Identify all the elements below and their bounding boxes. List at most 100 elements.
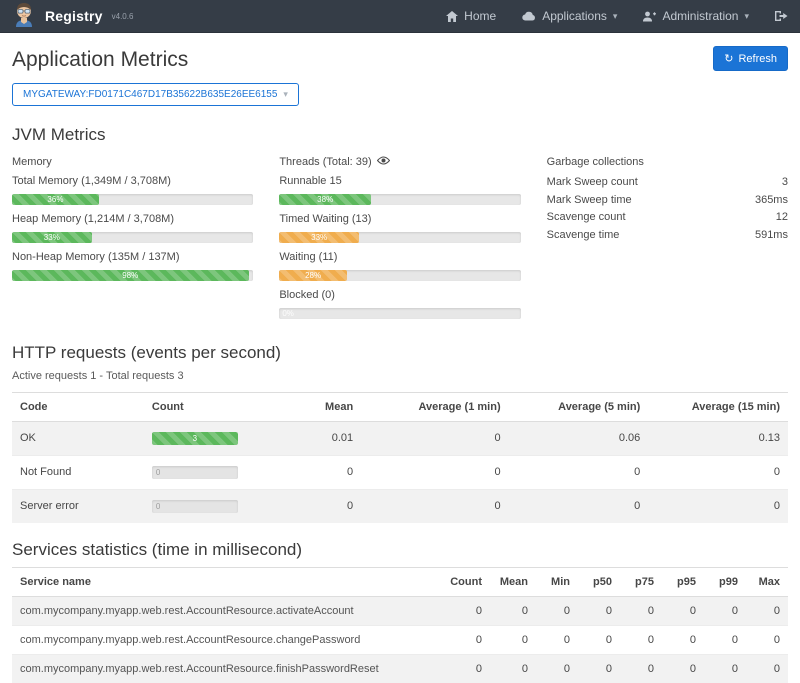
eye-icon[interactable] xyxy=(377,155,390,171)
col-code: Code xyxy=(12,392,144,421)
refresh-label: Refresh xyxy=(738,53,777,65)
memory-column: Memory Total Memory (1,349M / 3,708M) 36… xyxy=(12,152,253,326)
services-statistics-title: Services statistics (time in millisecond… xyxy=(12,540,788,560)
gc-column: Garbage collections Mark Sweep count 3 M… xyxy=(547,152,788,326)
http-requests-table: Code Count Mean Average (1 min) Average … xyxy=(12,392,788,523)
service-p50: 0 xyxy=(578,596,620,625)
service-p75: 0 xyxy=(620,596,662,625)
caret-down-icon: ▾ xyxy=(613,11,618,22)
service-p50: 0 xyxy=(578,654,620,683)
heap-memory-bar: 33% xyxy=(12,232,92,243)
count-label: 3 xyxy=(152,432,238,445)
service-p50: 0 xyxy=(578,625,620,654)
navbar-menu: Home Applications ▾ Administration ▾ xyxy=(446,9,788,23)
service-min: 0 xyxy=(536,654,578,683)
gc-row: Scavenge count 12 xyxy=(547,209,788,227)
service-max: 0 xyxy=(746,625,788,654)
services-statistics-table: Service name Count Mean Min p50 p75 p95 … xyxy=(12,567,788,683)
table-row: Not Found 0 0 0 0 0 xyxy=(12,455,788,489)
waiting-progress: 28% xyxy=(279,270,520,281)
nonheap-memory-label: Non-Heap Memory (135M / 137M) xyxy=(12,250,253,266)
total-memory-label: Total Memory (1,349M / 3,708M) xyxy=(12,174,253,190)
runnable-progress: 38% xyxy=(279,194,520,205)
home-icon xyxy=(446,11,458,22)
service-mean: 0 xyxy=(490,625,536,654)
service-min: 0 xyxy=(536,596,578,625)
gc-label: Mark Sweep count xyxy=(547,174,638,192)
nav-item-administration[interactable]: Administration ▾ xyxy=(643,9,749,23)
blocked-label: Blocked (0) xyxy=(279,288,520,304)
col-p50: p50 xyxy=(578,567,620,596)
gc-label: Scavenge time xyxy=(547,227,620,245)
nonheap-memory-percent: 98% xyxy=(122,271,138,280)
http-mean: 0.01 xyxy=(268,421,361,455)
timed-waiting-label: Timed Waiting (13) xyxy=(279,212,520,228)
caret-down-icon: ▾ xyxy=(283,89,288,100)
heap-memory-label: Heap Memory (1,214M / 3,708M) xyxy=(12,212,253,228)
http-requests-subtitle: Active requests 1 - Total requests 3 xyxy=(12,370,788,382)
service-p75: 0 xyxy=(620,625,662,654)
service-p95: 0 xyxy=(662,654,704,683)
service-min: 0 xyxy=(536,625,578,654)
http-requests-title: HTTP requests (events per second) xyxy=(12,343,788,363)
heap-memory-progress: 33% xyxy=(12,232,253,243)
timed-waiting-progress: 33% xyxy=(279,232,520,243)
service-name: com.mycompany.myapp.web.rest.AccountReso… xyxy=(12,596,442,625)
cloud-icon xyxy=(522,11,536,21)
gc-value: 12 xyxy=(776,209,788,227)
http-avg1: 0 xyxy=(361,455,508,489)
col-service-name: Service name xyxy=(12,567,442,596)
nav-label-administration: Administration xyxy=(662,9,738,23)
service-p95: 0 xyxy=(662,625,704,654)
nav-label-applications: Applications xyxy=(542,9,607,23)
col-mean: Mean xyxy=(268,392,361,421)
caret-down-icon: ▾ xyxy=(744,11,749,22)
total-memory-progress: 36% xyxy=(12,194,253,205)
brand[interactable]: Registry v4.0.6 xyxy=(12,1,133,32)
col-count: Count xyxy=(442,567,490,596)
http-code: OK xyxy=(12,421,144,455)
gc-value: 591ms xyxy=(755,227,788,245)
instance-selector-value: MYGATEWAY:FD0171C467D17B35622B635E26EE61… xyxy=(23,89,277,100)
count-bar: 0 xyxy=(152,500,238,513)
brand-version: v4.0.6 xyxy=(112,12,134,21)
waiting-percent: 28% xyxy=(305,271,321,280)
instance-selector-dropdown[interactable]: MYGATEWAY:FD0171C467D17B35622B635E26EE61… xyxy=(12,83,299,106)
total-memory-percent: 36% xyxy=(47,195,63,204)
service-name: com.mycompany.myapp.web.rest.AccountReso… xyxy=(12,625,442,654)
http-avg1: 0 xyxy=(361,421,508,455)
page-title: Application Metrics xyxy=(12,48,188,72)
refresh-icon: ↻ xyxy=(724,52,733,65)
http-avg5: 0.06 xyxy=(509,421,649,455)
service-max: 0 xyxy=(746,596,788,625)
table-row: com.mycompany.myapp.web.rest.AccountReso… xyxy=(12,625,788,654)
gc-value: 365ms xyxy=(755,192,788,210)
refresh-button[interactable]: ↻ Refresh xyxy=(713,46,788,71)
http-avg15: 0.13 xyxy=(648,421,788,455)
gc-row: Mark Sweep time 365ms xyxy=(547,192,788,210)
http-avg5: 0 xyxy=(509,455,649,489)
service-p95: 0 xyxy=(662,596,704,625)
count-label: 0 xyxy=(156,500,160,513)
nav-item-home[interactable]: Home xyxy=(446,9,496,23)
brand-name: Registry xyxy=(45,8,103,24)
threads-title: Threads (Total: 39) xyxy=(279,155,371,171)
memory-title: Memory xyxy=(12,155,253,171)
nav-item-logout[interactable] xyxy=(775,10,788,22)
col-p95: p95 xyxy=(662,567,704,596)
http-mean: 0 xyxy=(268,455,361,489)
runnable-percent: 38% xyxy=(317,195,333,204)
service-max: 0 xyxy=(746,654,788,683)
heap-memory-percent: 33% xyxy=(44,233,60,242)
http-code: Not Found xyxy=(12,455,144,489)
col-p99: p99 xyxy=(704,567,746,596)
table-row: OK 3 0.01 0 0.06 0.13 xyxy=(12,421,788,455)
nav-item-applications[interactable]: Applications ▾ xyxy=(522,9,617,23)
jvm-metrics: Memory Total Memory (1,349M / 3,708M) 36… xyxy=(12,152,788,326)
service-count: 0 xyxy=(442,625,490,654)
nonheap-memory-progress: 98% xyxy=(12,270,253,281)
nav-label-home: Home xyxy=(464,9,496,23)
service-count: 0 xyxy=(442,596,490,625)
timed-waiting-percent: 33% xyxy=(311,233,327,242)
sign-out-icon xyxy=(775,10,788,22)
